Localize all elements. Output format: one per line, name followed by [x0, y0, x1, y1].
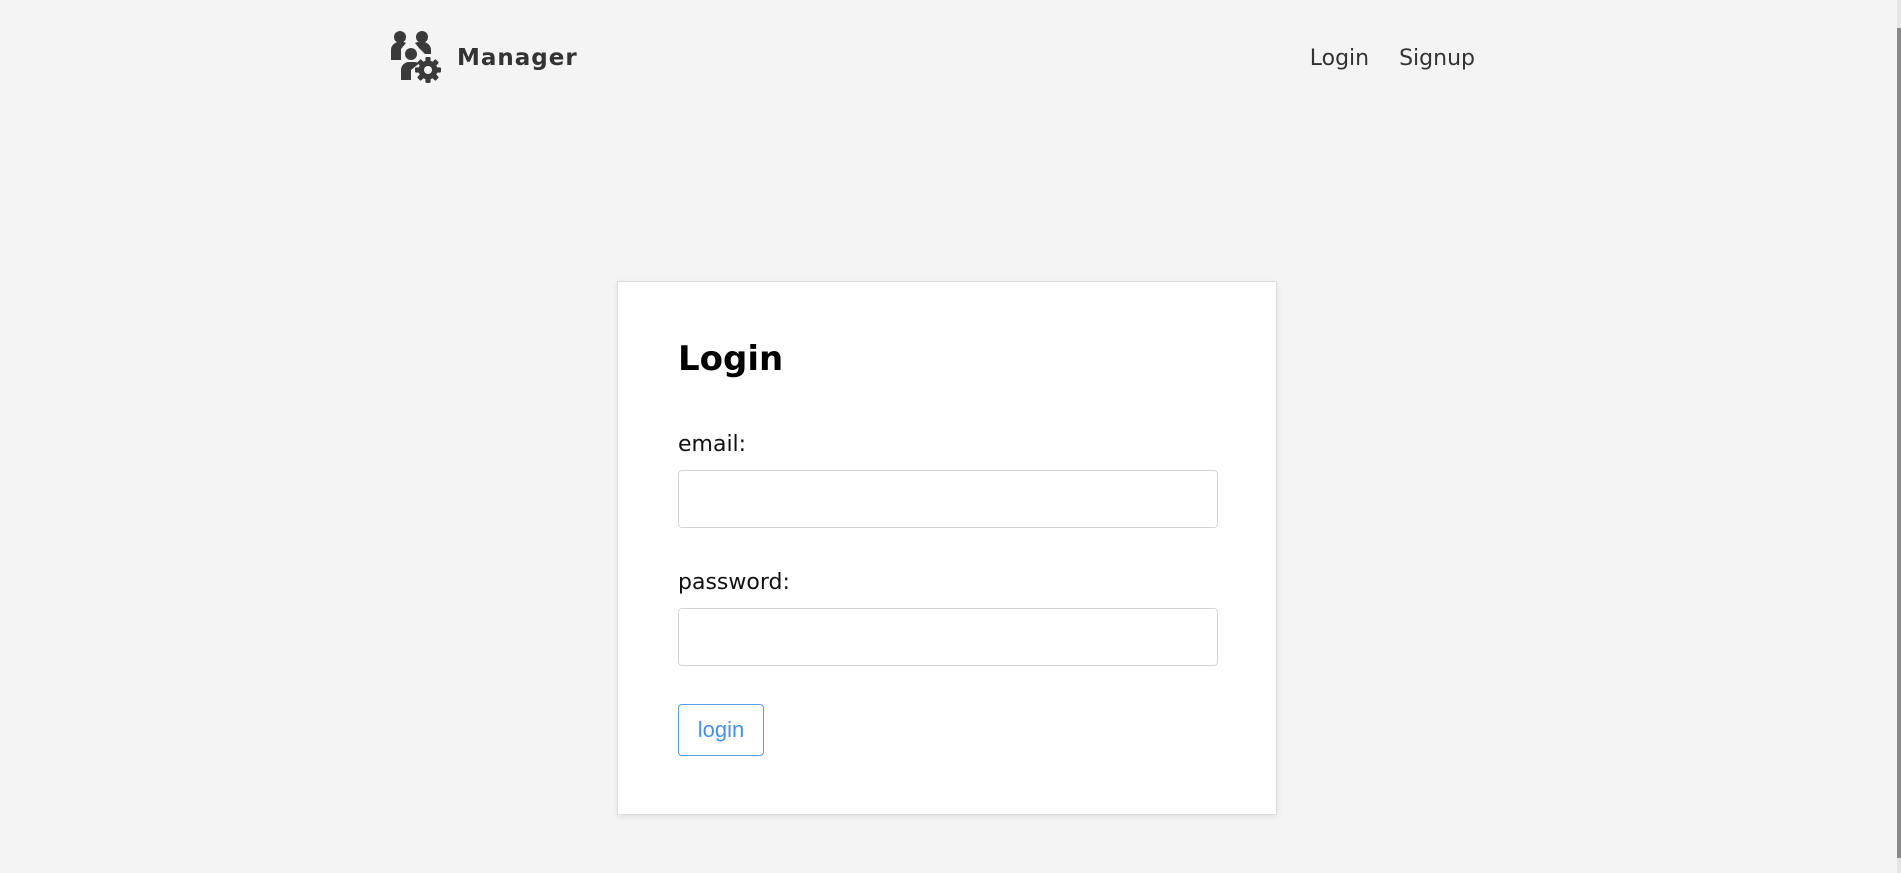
login-title: Login: [678, 339, 784, 379]
navbar: Manager Login Signup: [389, 30, 1475, 86]
brand-link[interactable]: Manager: [389, 30, 578, 86]
brand-name: Manager: [457, 45, 578, 71]
password-input[interactable]: [678, 608, 1218, 666]
password-label: password:: [678, 570, 790, 595]
nav-links: Login Signup: [1280, 30, 1475, 86]
nav-login-link[interactable]: Login: [1310, 46, 1369, 71]
email-label: email:: [678, 432, 747, 457]
login-card: Login email: password: login: [617, 281, 1277, 815]
page: Manager Login Signup Login email: passwo…: [0, 0, 1901, 873]
email-input[interactable]: [678, 470, 1218, 528]
login-button[interactable]: login: [678, 704, 764, 756]
scrollbar-thumb[interactable]: [1897, 28, 1901, 858]
users-gear-icon: [391, 31, 441, 83]
nav-signup-link[interactable]: Signup: [1399, 46, 1475, 71]
